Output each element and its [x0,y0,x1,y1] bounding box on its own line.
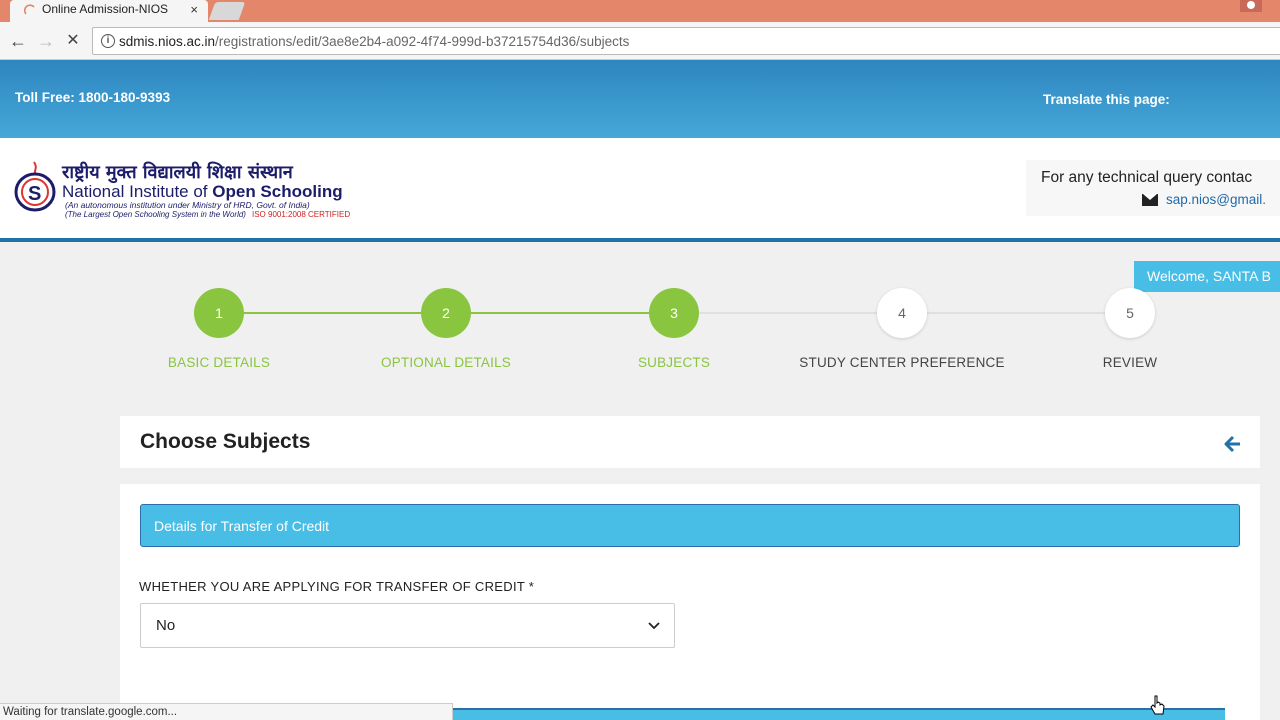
translate-label: Translate this page: [1043,92,1170,107]
transfer-credit-label: WHETHER YOU ARE APPLYING FOR TRANSFER OF… [139,579,535,594]
step-1-label: BASIC DETAILS [167,355,271,370]
logo-bar: S राष्ट्रीय मुक्त विद्यालयी शिक्षा संस्थ… [0,138,1280,242]
svg-text:S: S [28,183,41,205]
logo-name-part1: National Institute of [62,182,213,201]
address-bar[interactable]: i sdmis.nios.ac.in/registrations/edit/3a… [92,27,1280,55]
step-4-label: STUDY CENTER PREFERENCE [799,355,1005,370]
step-4-circle[interactable]: 4 [877,288,927,338]
toll-free-number: Toll Free: 1800-180-9393 [15,90,171,105]
step-2-label: OPTIONAL DETAILS [381,355,511,370]
welcome-user-button[interactable]: Welcome, SANTA B [1134,261,1280,292]
contact-email-link[interactable]: sap.nios@gmail. [1166,192,1266,207]
step-1-circle[interactable]: 1 [194,288,244,338]
back-arrow-icon[interactable] [1224,435,1242,453]
back-arrow-icon[interactable]: ← [8,31,28,51]
tab-close-icon[interactable]: × [190,2,198,17]
step-2-circle[interactable]: 2 [421,288,471,338]
query-text: For any technical query contac [1041,169,1253,186]
logo-hindi-name: राष्ट्रीय मुक्त विद्यालयी शिक्षा संस्थान [62,162,293,183]
hand-cursor-icon [1150,695,1165,715]
browser-tab-title: Online Admission-NIOS [42,2,169,16]
url-host: sdmis.nios.ac.in [119,34,216,49]
stop-loading-icon[interactable]: ✕ [63,31,83,51]
forward-arrow-icon[interactable]: → [36,31,56,51]
transfer-credit-select[interactable]: No [140,603,675,648]
browser-status-bar: Waiting for translate.google.com... [0,703,453,720]
logo-tagline-text: (The Largest Open Schooling System in th… [65,210,246,219]
url-path: /registrations/edit/3ae8e2b4-a092-4f74-9… [215,34,630,49]
step-3-circle[interactable]: 3 [649,288,699,338]
logo-english-name: National Institute of Open Schooling [62,182,343,202]
logo-subtitle: (An autonomous institution under Ministr… [65,200,310,210]
browser-tab-active[interactable]: Online Admission-NIOS × [10,0,208,22]
browser-toolbar: ← → ✕ i sdmis.nios.ac.in/registrations/e… [0,22,1280,60]
card-body: Details for Transfer of Credit WHETHER Y… [120,484,1260,720]
select-value: No [156,617,176,634]
contact-box: For any technical query contac sap.nios@… [1026,160,1280,216]
section-header: Details for Transfer of Credit [140,504,1240,547]
next-section-bar [453,708,1225,720]
envelope-icon [1142,194,1158,206]
page-title: Choose Subjects [140,430,311,453]
chevron-down-icon [648,622,660,630]
logo-name-part2: Open Schooling [212,182,343,201]
address-url: sdmis.nios.ac.in/registrations/edit/3ae8… [119,34,629,49]
step-3-label: SUBJECTS [637,355,711,370]
new-tab-button[interactable] [208,2,246,20]
logo-tagline: (The Largest Open Schooling System in th… [65,210,350,219]
iso-badge: ISO 9001:2008 CERTIFIED [251,210,351,219]
step-5-label: REVIEW [1102,355,1158,370]
site-info-icon[interactable]: i [101,34,115,48]
step-5-circle[interactable]: 5 [1105,288,1155,338]
card-header: Choose Subjects [120,416,1260,468]
site-topbar: Toll Free: 1800-180-9393 Translate this … [0,60,1280,138]
nios-logo-icon[interactable]: S [14,160,56,214]
profile-icon[interactable] [1240,0,1262,12]
browser-tabstrip: Online Admission-NIOS × [0,0,1280,22]
loading-icon [24,4,35,15]
